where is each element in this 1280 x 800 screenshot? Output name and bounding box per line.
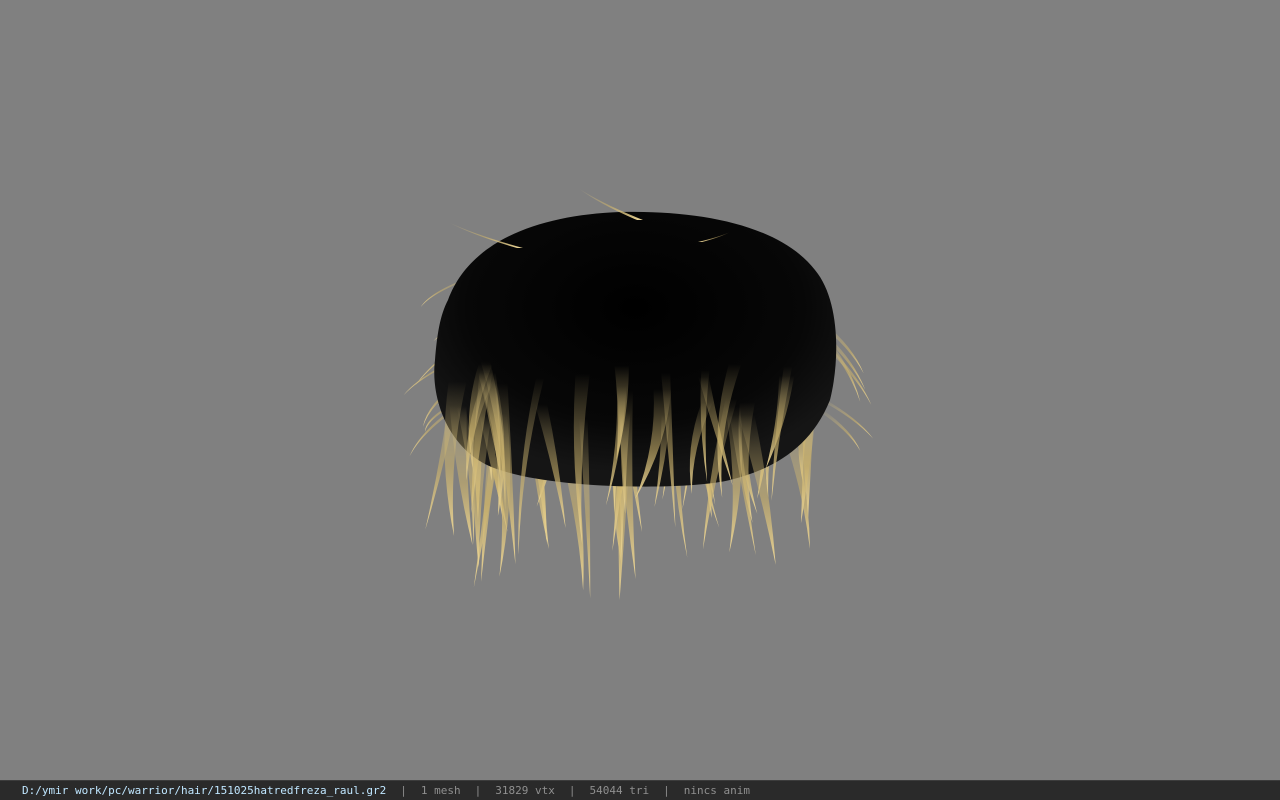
separator: |: [400, 784, 407, 797]
file-path: D:/ymir work/pc/warrior/hair/151025hatre…: [22, 784, 387, 797]
separator: |: [663, 784, 670, 797]
mesh-count: 1 mesh: [420, 784, 461, 797]
triangle-count: 54044 tri: [589, 784, 650, 797]
hair-model[interactable]: [0, 0, 1280, 780]
animation-status: nincs anim: [683, 784, 750, 797]
3d-viewport[interactable]: [0, 0, 1280, 780]
vertex-count: 31829 vtx: [495, 784, 555, 797]
hair-strand: [817, 409, 861, 451]
separator: |: [474, 784, 482, 797]
separator: |: [568, 784, 576, 797]
status-bar: D:/ymir work/pc/warrior/hair/151025hatre…: [0, 780, 1280, 800]
